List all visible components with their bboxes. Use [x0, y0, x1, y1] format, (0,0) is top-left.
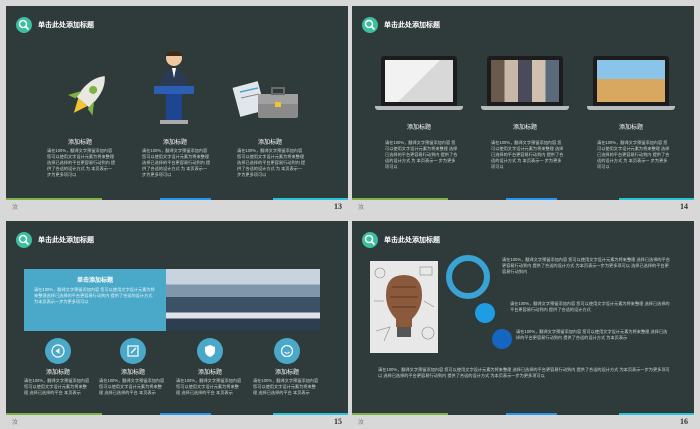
item-caption: 添加标题	[274, 370, 299, 376]
slide-footer: 汝 13	[6, 200, 348, 213]
item-caption: 添加标题	[67, 140, 92, 146]
item-text: 请在100%，翻译文字预留添加内容 您可以使用文字设计元素为将来整理 选择已选择…	[237, 148, 306, 177]
laptop-image	[587, 56, 675, 110]
item-text: 请在100%，翻译文字预留添加内容 您可以使用文字设计元素为将来整理 选择已选择…	[253, 378, 319, 395]
page-number: 14	[680, 202, 688, 211]
dot-decoration	[475, 303, 495, 323]
slide-header: 单击此处添加标题	[16, 16, 94, 34]
item-text: 请在100%，翻译文字预留添加内容 您可以使用文字设计元素为将来整理 选择已选择…	[99, 378, 165, 395]
ring-decoration	[446, 255, 490, 299]
item-text: 请在100%，翻译文字预留添加内容 您可以使用文字设计元素为将来整理 选择已选择…	[47, 148, 116, 177]
paragraph-1: 请在100%，翻译文字预留添加内容 您可以使用文字设计元素为将来整理 选择已选择…	[502, 257, 670, 274]
slide-15[interactable]: 单击此处添加标题 单击添加标题 请在100%，翻译文字预留添加内容 您可以使用文…	[6, 221, 348, 415]
rewind-icon[interactable]	[45, 338, 71, 364]
slide-title: 单击此处添加标题	[384, 22, 440, 29]
laptop-image	[481, 56, 569, 110]
footer-label: 汝	[12, 205, 19, 211]
slide-footer: 汝 16	[352, 415, 694, 428]
slide-title: 单击此处添加标题	[384, 237, 440, 244]
item-caption: 添加标题	[197, 370, 222, 376]
footer-label: 汝	[358, 420, 365, 426]
item-text: 请在100%，翻译文字预留添加内容 您可以使用文字设计元素为将来整理 选择已选择…	[491, 140, 564, 169]
search-icon	[16, 232, 32, 248]
slide-header: 单击此处添加标题	[16, 231, 94, 249]
smile-icon[interactable]	[274, 338, 300, 364]
footer-label: 汝	[358, 205, 365, 211]
item-caption: 添加标题	[406, 125, 431, 131]
item-text: 请在100%，翻译文字预留添加内容 您可以使用文字设计元素为将来整理 选择已选择…	[176, 378, 242, 395]
slide-16[interactable]: 单击此处添加标题 请在100%，翻译文字预留添加内容 您可以使用文字设计元素为将…	[352, 221, 694, 415]
search-icon	[362, 232, 378, 248]
page-number: 15	[334, 417, 342, 426]
paragraph-3: 请在100%，翻译文字预留添加内容 您可以使用文字设计元素为将来整理 选择已选择…	[516, 329, 668, 340]
slide-footer: 汝 15	[6, 415, 348, 428]
item-caption: 添加标题	[162, 140, 187, 146]
slide-14[interactable]: 单击此处添加标题 添加标题 添加标题 添加标题 请在100%，翻译文字预留添加内…	[352, 6, 694, 200]
slide-13[interactable]: 单击此处添加标题 添加标题 添加标题 添加标题 请在100%，翻译文字预留添加内…	[6, 6, 348, 200]
item-text: 请在100%，翻译文字预留添加内容 您可以使用文字设计元素为将来整理 选择已选择…	[597, 140, 670, 169]
slide-header: 单击此处添加标题	[362, 16, 440, 34]
dot-decoration	[492, 329, 512, 349]
city-photo	[166, 269, 320, 331]
rocket-icon	[68, 76, 105, 116]
item-caption: 添加标题	[512, 125, 537, 131]
paragraph-4: 请在100%，翻译文字预留添加内容 您可以使用文字设计元素为将来整理 选择已选择…	[378, 367, 670, 378]
search-icon	[16, 17, 32, 33]
slide-title: 单击此处添加标题	[38, 237, 94, 244]
shield-icon[interactable]	[197, 338, 223, 364]
search-icon	[362, 17, 378, 33]
item-text: 请在100%，翻译文字预留添加内容 您可以使用文字设计元素为将来整理 选择已选择…	[24, 378, 90, 395]
paragraph-2: 请在100%，翻译文字预留添加内容 您可以使用文字设计元素为将来整理 选择已选择…	[510, 301, 670, 312]
item-caption: 添加标题	[257, 140, 282, 146]
footer-label: 汝	[12, 420, 19, 426]
banner-text: 请在100%，翻译文字预留添加内容 您可以使用文字设计元素为将来整理选择已选择的…	[34, 287, 155, 304]
slide-footer: 汝 14	[352, 200, 694, 213]
edit-icon[interactable]	[120, 338, 146, 364]
laptop-image	[375, 56, 463, 110]
item-caption: 添加标题	[120, 370, 145, 376]
item-caption: 添加标题	[45, 370, 70, 376]
page-number: 13	[334, 202, 342, 211]
lightbulb-sketch-image	[370, 261, 438, 353]
item-caption: 添加标题	[618, 125, 643, 131]
slide-title: 单击此处添加标题	[38, 22, 94, 29]
slide-header: 单击此处添加标题	[362, 231, 440, 249]
item-text: 请在100%，翻译文字预留添加内容 您可以使用文字设计元素为将来整理 选择已选择…	[142, 148, 211, 177]
briefcase-icon	[232, 81, 298, 118]
banner-title: 单击添加标题	[76, 278, 113, 284]
speaker-podium-icon	[154, 50, 194, 124]
page-number: 16	[680, 417, 688, 426]
banner-box: 单击添加标题 请在100%，翻译文字预留添加内容 您可以使用文字设计元素为将来整…	[24, 269, 166, 331]
item-text: 请在100%，翻译文字预留添加内容 您可以使用文字设计元素为将来整理 选择已选择…	[385, 140, 458, 169]
